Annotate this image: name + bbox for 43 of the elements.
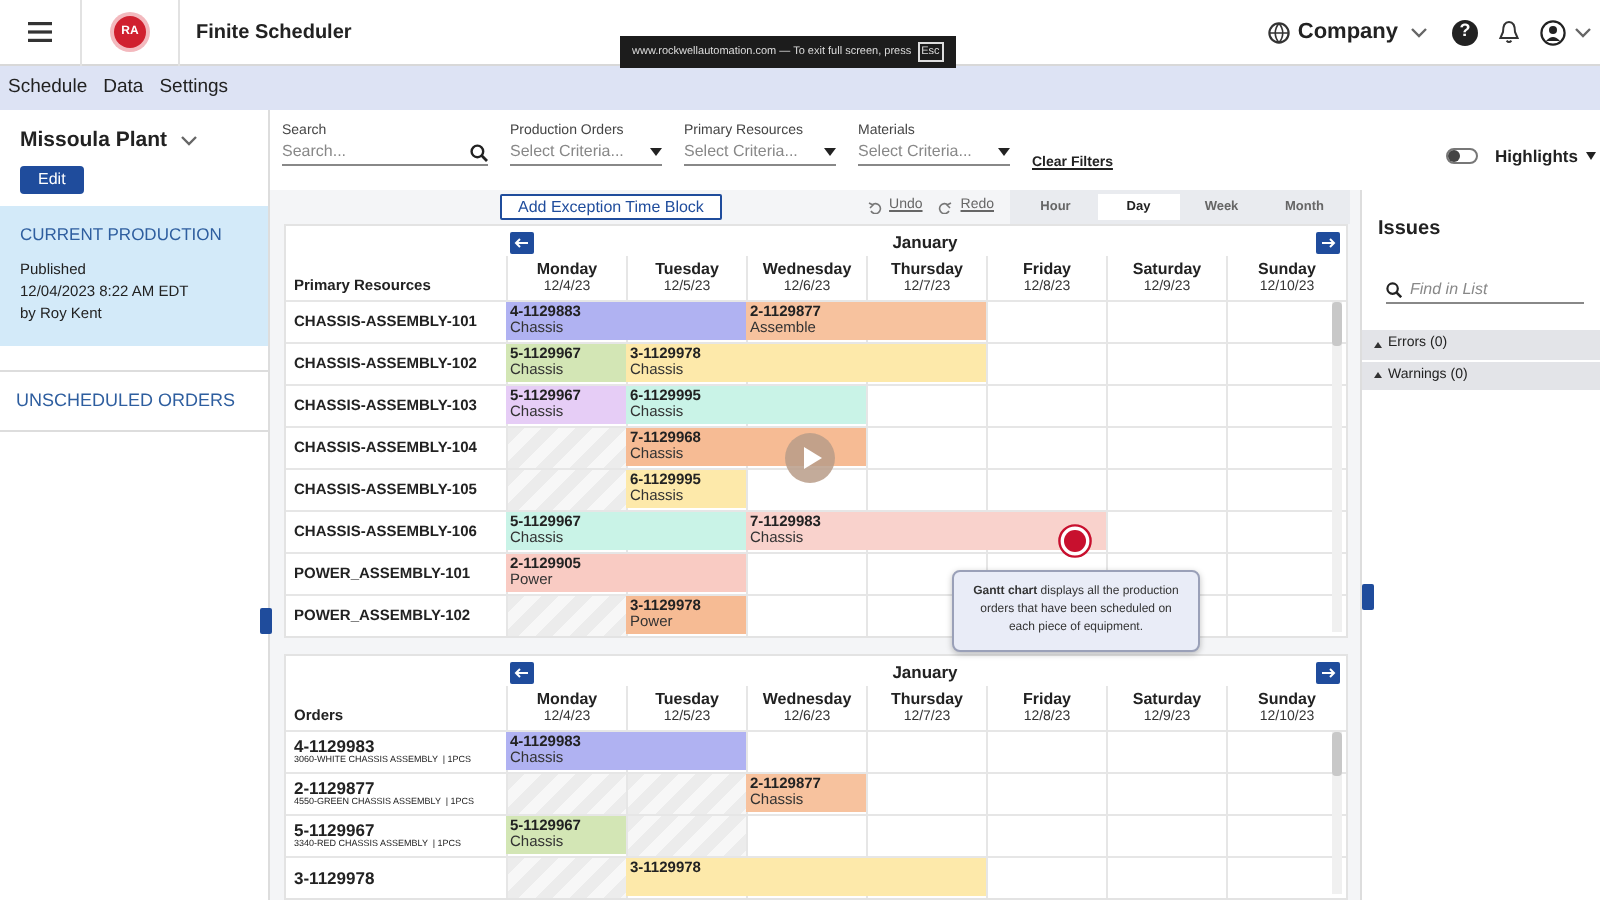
plant-selector[interactable]: Missoula Plant [20, 126, 168, 158]
highlights-label: Highlights [1494, 143, 1578, 169]
day-name: Thursday [888, 690, 965, 708]
find-field[interactable]: Find in List [1386, 276, 1584, 304]
day-name: Wednesday [760, 690, 854, 708]
day-name: Tuesday [653, 690, 721, 708]
placeholder-text: Search... [282, 140, 347, 164]
day-name: Sunday [1256, 260, 1318, 278]
section-title: CURRENT PRODUCTION [20, 221, 224, 247]
unscheduled-orders-link[interactable]: UNSCHEDULED ORDERS [0, 369, 268, 433]
day-name: Monday [534, 260, 600, 278]
menu-item[interactable]: Schedule [0, 73, 96, 103]
day-name: Friday [1020, 690, 1073, 708]
placeholder-text: Select Criteria... [684, 140, 798, 164]
day-name: Friday [1020, 260, 1073, 278]
day-name: Sunday [1256, 690, 1318, 708]
criteria-dropdown[interactable]: Select Criteria... [858, 140, 1010, 166]
day-name: Saturday [1130, 260, 1204, 278]
placeholder-text: Select Criteria... [858, 140, 972, 164]
add-exception-button[interactable]: Add Exception Time Block [500, 194, 722, 220]
search-field[interactable]: Search... [282, 140, 488, 166]
day-name: Monday [534, 690, 600, 708]
order-number: 4-1129983 [294, 738, 375, 754]
criteria-dropdown[interactable]: Select Criteria... [684, 140, 836, 166]
order-number: 2-1129877 [294, 780, 375, 796]
placeholder-text: Select Criteria... [510, 140, 624, 164]
edit-button[interactable]: Edit [20, 165, 84, 194]
menu-item[interactable]: Data [95, 73, 152, 103]
help-button[interactable]: ? [1452, 19, 1478, 45]
day-name: Wednesday [760, 260, 854, 278]
order-number: 5-1129967 [294, 822, 375, 838]
order-number: 3-1129978 [294, 870, 377, 886]
company-menu[interactable]: Company [1297, 15, 1398, 49]
month-label: January [892, 660, 958, 686]
day-name: Thursday [888, 260, 965, 278]
month-label: January [892, 230, 958, 256]
day-name: Saturday [1130, 690, 1204, 708]
panel-title: Issues [1376, 216, 1443, 244]
day-name: Tuesday [653, 260, 721, 278]
app-title: Finite Scheduler [196, 19, 352, 47]
placeholder-text: Find in List [1410, 277, 1488, 301]
menu-item[interactable]: Settings [151, 73, 237, 103]
criteria-dropdown[interactable]: Select Criteria... [510, 140, 662, 166]
